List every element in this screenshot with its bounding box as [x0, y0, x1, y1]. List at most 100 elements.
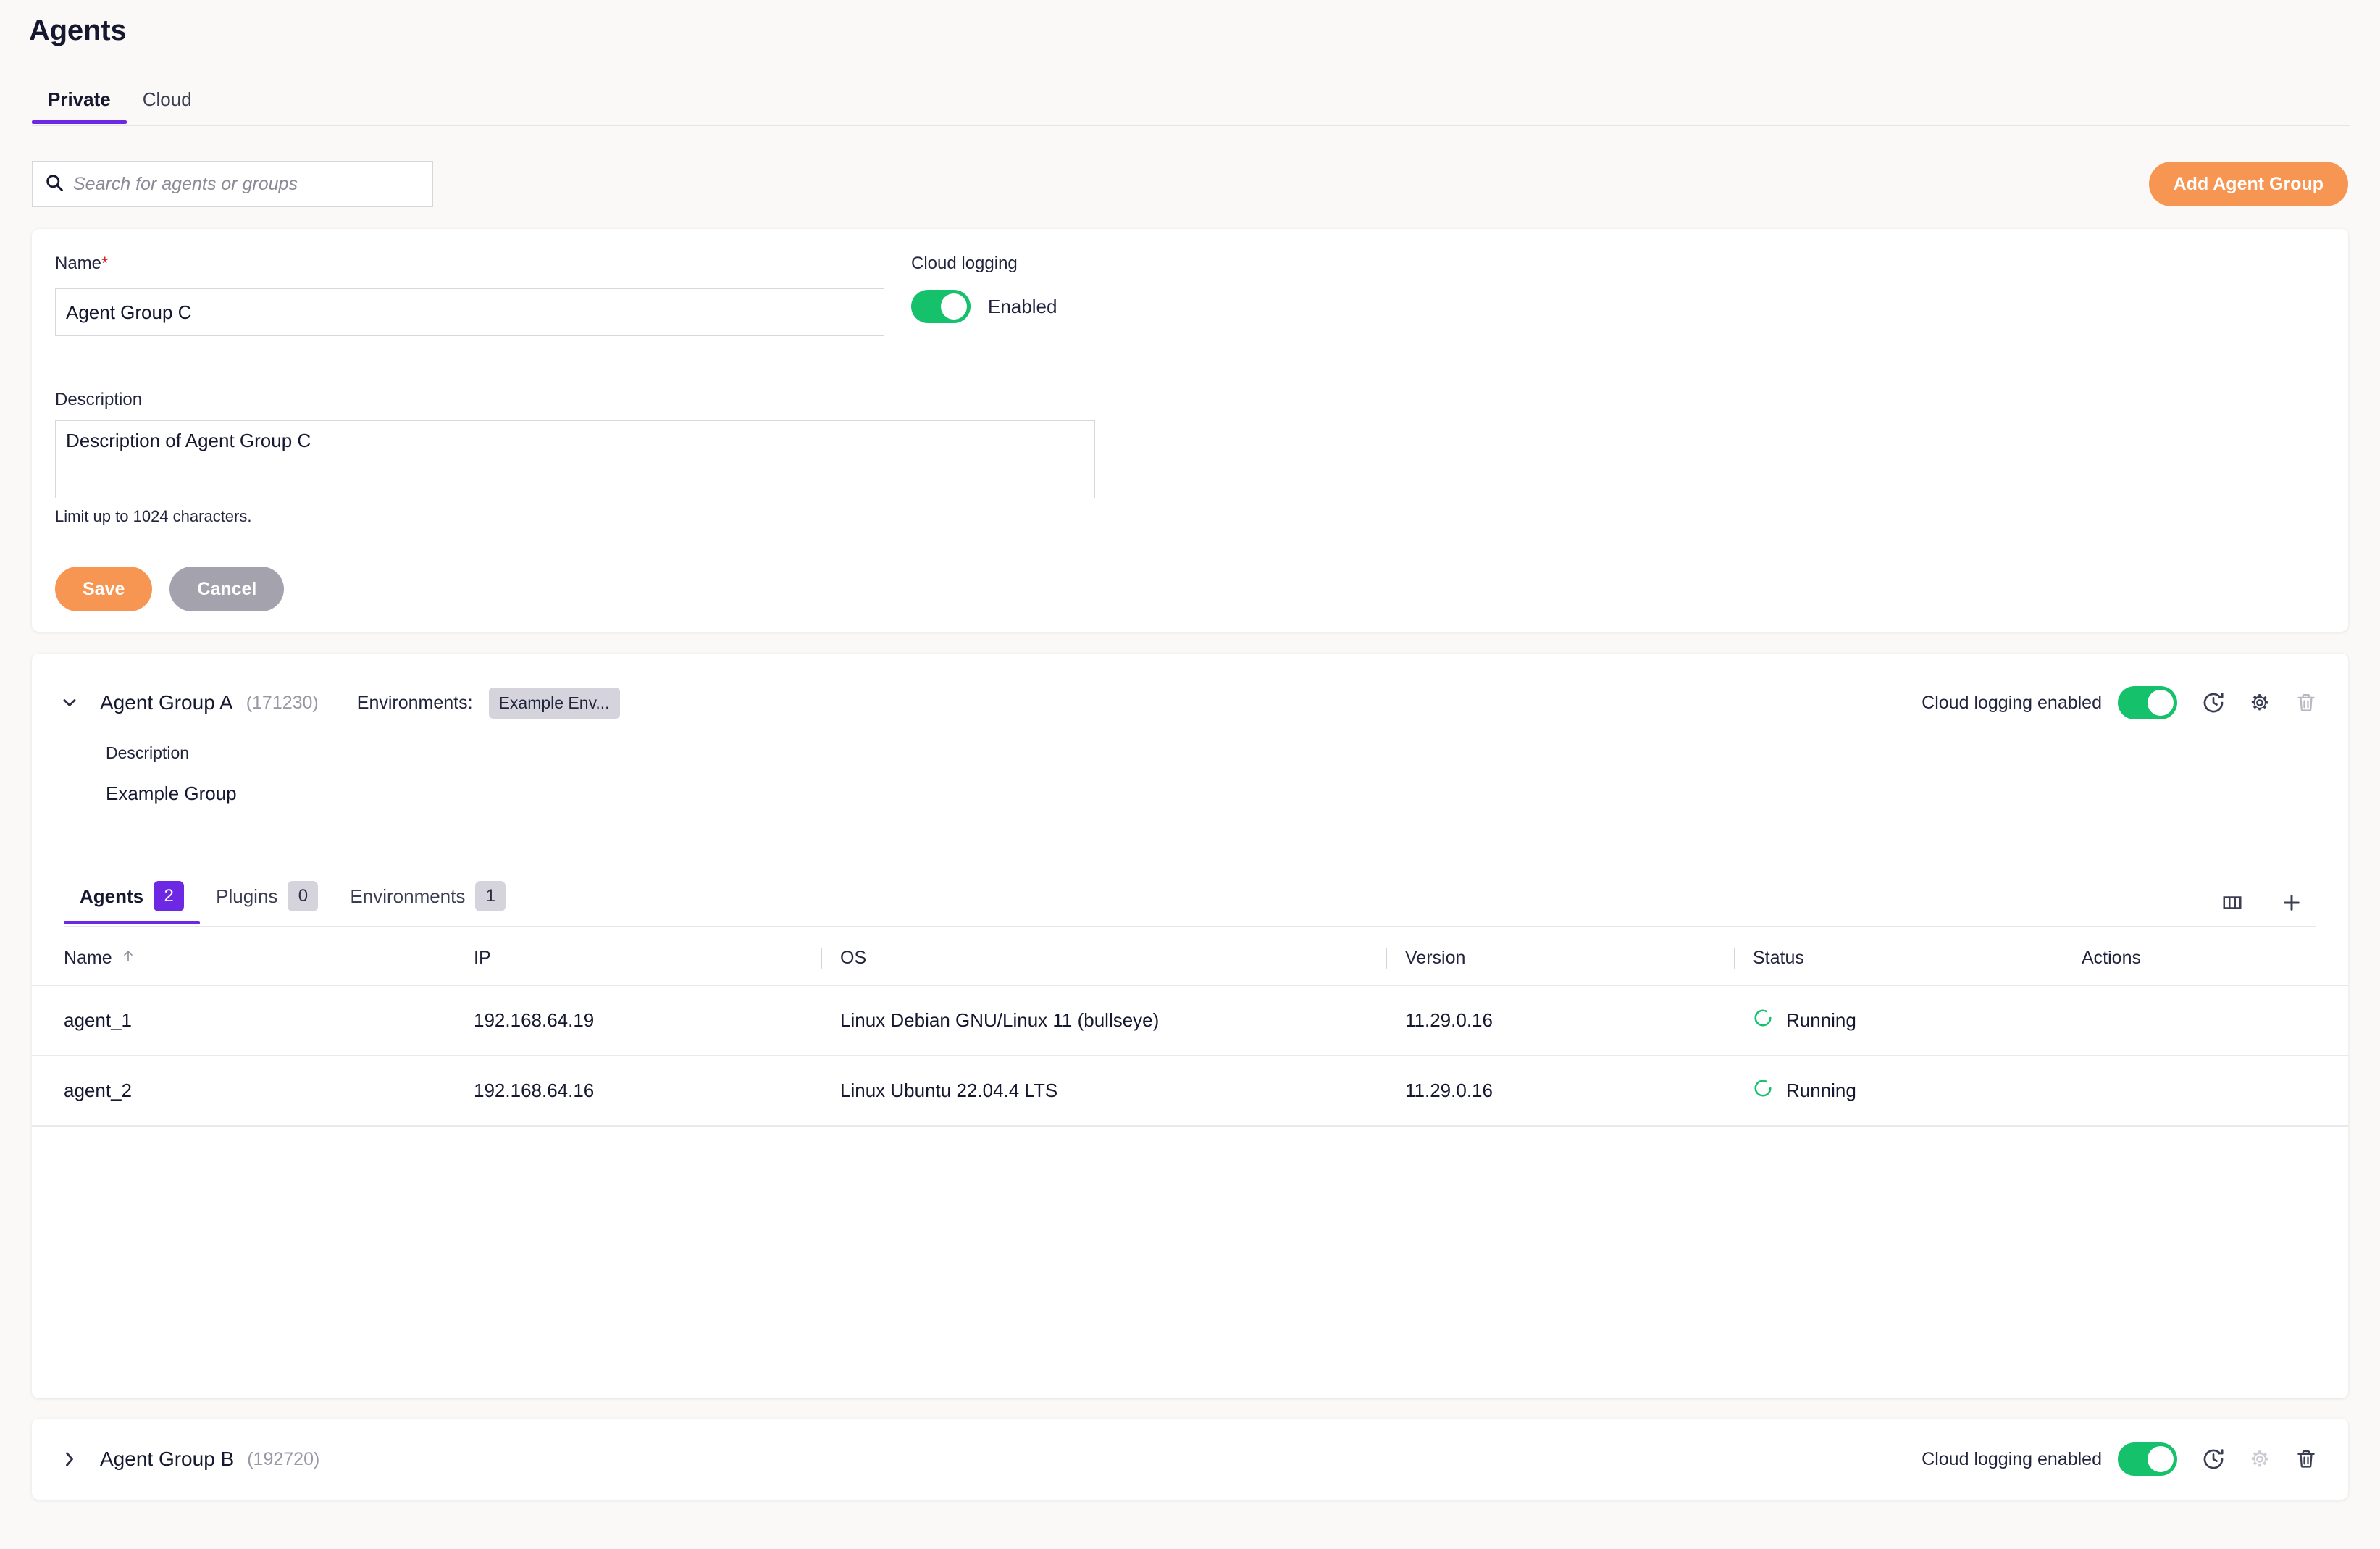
cloud-logging-row: Enabled — [911, 290, 1057, 323]
status-label: Running — [1786, 1009, 1856, 1031]
agent-group-a-description-value: Example Group — [106, 782, 237, 804]
search-box[interactable] — [32, 161, 433, 207]
agents-table-body: agent_1 192.168.64.19 Linux Debian GNU/L… — [32, 985, 2348, 1127]
agent-group-a-actions: Cloud logging enabled — [1922, 681, 2329, 725]
tab-agents-count: 2 — [154, 881, 185, 911]
status-running-icon — [1753, 1078, 1773, 1103]
trash-icon[interactable] — [2283, 1439, 2329, 1479]
agent-group-a-cloud-logging-toggle[interactable] — [2118, 686, 2177, 719]
gear-icon[interactable] — [2237, 1439, 2283, 1479]
status-running-icon — [1753, 1008, 1773, 1033]
add-agent-group-button[interactable]: Add Agent Group — [2148, 162, 2348, 206]
name-input[interactable] — [55, 288, 884, 336]
description-hint: Limit up to 1024 characters. — [55, 507, 252, 525]
agents-table: Name IP OS Version Status Actions agent_… — [32, 932, 2348, 1127]
agents-page: Agents Private Cloud Add Agent Group Nam… — [0, 0, 2380, 1549]
column-header-actions-label: Actions — [2082, 948, 2141, 968]
form-action-buttons: Save Cancel — [55, 567, 285, 611]
environment-chip[interactable]: Example Env... — [488, 687, 620, 719]
inner-tab-bar: Agents 2 Plugins 0 Environments 1 — [64, 881, 2316, 927]
cloud-logging-state-text: Enabled — [988, 295, 1057, 317]
column-header-name[interactable]: Name — [32, 932, 474, 986]
columns-icon[interactable] — [2209, 882, 2255, 923]
column-header-os-label: OS — [840, 948, 867, 968]
table-header-row: Name IP OS Version Status Actions — [32, 932, 2348, 986]
gear-icon[interactable] — [2237, 682, 2283, 723]
tab-environments[interactable]: Environments 1 — [334, 881, 521, 923]
agent-group-b-cloud-logging-toggle[interactable] — [2118, 1442, 2177, 1476]
column-header-status-label: Status — [1753, 948, 1804, 968]
column-header-version-label: Version — [1405, 948, 1466, 968]
description-textarea[interactable] — [55, 420, 1095, 498]
agent-group-a-name[interactable]: Agent Group A — [100, 691, 233, 714]
tab-cloud[interactable]: Cloud — [127, 85, 208, 122]
sort-asc-icon — [121, 948, 135, 969]
agent-group-a-description-label: Description — [106, 743, 190, 762]
save-button[interactable]: Save — [55, 567, 153, 611]
table-toolbar — [2209, 882, 2315, 923]
search-icon — [44, 172, 64, 196]
column-header-name-label: Name — [64, 948, 112, 968]
table-row[interactable]: agent_1 192.168.64.19 Linux Debian GNU/L… — [32, 985, 2348, 1056]
agent-group-a-id: (171230) — [246, 692, 319, 713]
agent-group-a-cloud-logging-text: Cloud logging enabled — [1922, 692, 2102, 713]
column-header-ip[interactable]: IP — [474, 932, 821, 986]
agent-group-b-cloud-logging-text: Cloud logging enabled — [1922, 1448, 2102, 1469]
search-input[interactable] — [73, 173, 421, 195]
trash-icon[interactable] — [2283, 682, 2329, 723]
tab-private-label: Private — [48, 88, 111, 110]
tab-plugins-label: Plugins — [216, 885, 278, 907]
tab-agents-label: Agents — [80, 885, 144, 907]
cell-status: Running — [1734, 1056, 2082, 1127]
add-icon[interactable] — [2268, 882, 2315, 923]
cell-version: 11.29.0.16 — [1386, 985, 1734, 1056]
history-icon[interactable] — [2190, 682, 2237, 723]
agent-group-a-header: Agent Group A (171230) Environments: Exa… — [55, 681, 620, 725]
column-header-actions: Actions — [2082, 932, 2348, 986]
tab-environments-label: Environments — [350, 885, 466, 907]
agents-table-head: Name IP OS Version Status Actions — [32, 932, 2348, 986]
toggle-knob — [2148, 1446, 2174, 1472]
column-header-status[interactable]: Status — [1734, 932, 2082, 986]
cloud-logging-label: Cloud logging — [911, 254, 1018, 273]
cell-name: agent_2 — [32, 1056, 474, 1127]
cell-os: Linux Debian GNU/Linux 11 (bullseye) — [821, 985, 1386, 1056]
tab-agents[interactable]: Agents 2 — [64, 881, 201, 924]
tab-plugins-count: 0 — [288, 881, 319, 911]
agent-group-b-id: (192720) — [247, 1448, 320, 1469]
environments-label: Environments: — [356, 692, 473, 713]
chevron-right-icon[interactable] — [55, 1445, 84, 1474]
description-field-label: Description — [55, 390, 143, 409]
page-title: Agents — [29, 14, 127, 46]
agent-group-b-header: Agent Group B (192720) — [55, 1437, 319, 1481]
table-row[interactable]: agent_2 192.168.64.16 Linux Ubuntu 22.04… — [32, 1056, 2348, 1127]
top-tab-bar: Private Cloud — [32, 85, 2350, 126]
column-header-ip-label: IP — [474, 948, 491, 968]
agent-group-b-name[interactable]: Agent Group B — [100, 1448, 234, 1471]
table-empty-space — [32, 1143, 2348, 1398]
toggle-knob — [941, 293, 967, 320]
cell-os: Linux Ubuntu 22.04.4 LTS — [821, 1056, 1386, 1127]
history-icon[interactable] — [2190, 1439, 2237, 1479]
cell-actions — [2082, 985, 2348, 1056]
status-label: Running — [1786, 1080, 1856, 1101]
toggle-knob — [2148, 690, 2174, 716]
cell-actions — [2082, 1056, 2348, 1127]
column-header-version[interactable]: Version — [1386, 932, 1734, 986]
tab-environments-count: 1 — [475, 881, 506, 911]
tab-cloud-label: Cloud — [142, 88, 192, 110]
tab-private[interactable]: Private — [32, 85, 127, 124]
cell-version: 11.29.0.16 — [1386, 1056, 1734, 1127]
name-label-text: Name — [55, 254, 102, 273]
cell-ip: 192.168.64.19 — [474, 985, 821, 1056]
cancel-button[interactable]: Cancel — [169, 567, 285, 611]
name-required-marker: * — [101, 254, 109, 273]
cloud-logging-toggle[interactable] — [911, 290, 971, 323]
tab-plugins[interactable]: Plugins 0 — [200, 881, 334, 923]
chevron-down-icon[interactable] — [55, 688, 84, 717]
name-field-label: Name* — [55, 254, 108, 274]
search-row: Add Agent Group — [32, 161, 2348, 207]
column-header-os[interactable]: OS — [821, 932, 1386, 986]
cell-status: Running — [1734, 985, 2082, 1056]
agent-group-b-actions: Cloud logging enabled — [1922, 1437, 2329, 1481]
